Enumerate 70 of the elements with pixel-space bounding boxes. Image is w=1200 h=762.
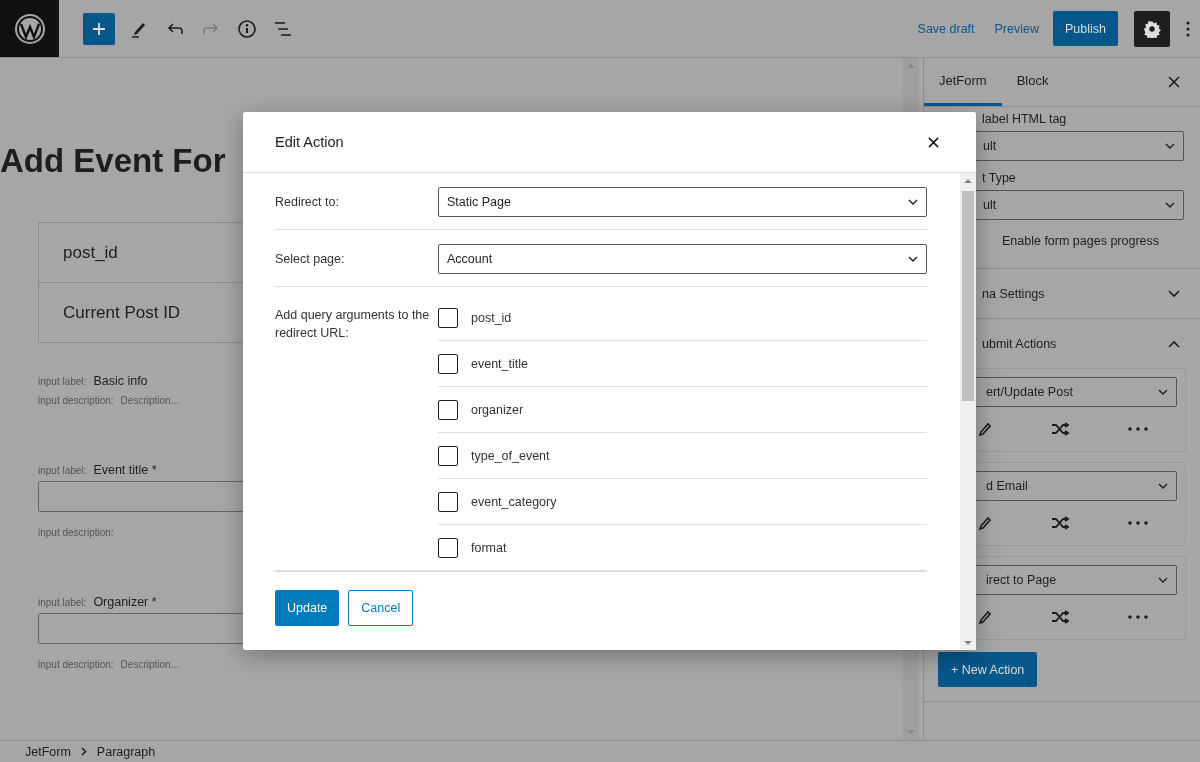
pencil-icon[interactable] — [978, 515, 993, 531]
field-label: Add query arguments to the redirect URL: — [275, 307, 431, 342]
shuffle-icon[interactable] — [1051, 610, 1069, 624]
checkbox[interactable] — [438, 307, 458, 328]
field-label: Basic info — [93, 374, 148, 388]
label-prefix: input label: — [38, 376, 87, 387]
field-label: Redirect to: — [275, 194, 340, 209]
field-label: Event title * — [93, 463, 157, 477]
chevron-right-icon — [80, 747, 87, 756]
chevron-down-icon — [1165, 143, 1175, 149]
field-label: Organizer * — [93, 595, 157, 609]
settings-button[interactable] — [1134, 10, 1170, 47]
checkbox[interactable] — [438, 353, 458, 374]
new-action-button[interactable]: + New Action — [938, 652, 1038, 687]
description-prefix: input description: — [38, 395, 114, 406]
chevron-down-icon — [1158, 389, 1168, 395]
form-title: Add Event For — [0, 142, 227, 180]
field-description: Description... — [120, 659, 179, 670]
close-icon[interactable] — [1168, 76, 1180, 88]
description-prefix: input description: — [38, 527, 114, 538]
section-header[interactable]: ubmit Actions — [924, 319, 1200, 368]
chevron-down-icon — [908, 198, 918, 205]
shuffle-icon[interactable] — [1051, 516, 1069, 530]
more-icon[interactable] — [1127, 427, 1148, 431]
section-header[interactable]: na Settings — [924, 269, 1200, 318]
label-prefix: input label: — [38, 597, 87, 608]
field-name: post_id — [62, 241, 119, 264]
checkbox[interactable] — [438, 537, 458, 558]
checkbox[interactable] — [438, 445, 458, 466]
sidebar-tab[interactable]: JetForm — [924, 58, 1002, 106]
field-label: Select page: — [275, 251, 346, 266]
checkbox-label: type_of_event — [471, 448, 550, 463]
more-icon[interactable] — [1127, 521, 1148, 525]
breadcrumb-link[interactable]: JetForm — [25, 744, 71, 759]
chevron-down-icon — [1158, 577, 1168, 583]
gear-icon — [1143, 19, 1161, 38]
checkbox-label: event_title — [471, 356, 528, 371]
select-field[interactable]: Account — [438, 243, 927, 274]
checkbox-label: post_id — [471, 310, 512, 325]
pencil-icon[interactable] — [978, 609, 993, 625]
setting-label: label HTML tag — [981, 112, 1068, 126]
close-icon[interactable] — [928, 136, 939, 148]
logo-button[interactable] — [0, 0, 59, 57]
shuffle-icon[interactable] — [1051, 422, 1069, 436]
more-icon[interactable] — [1186, 20, 1190, 37]
checkbox[interactable] — [438, 491, 458, 512]
update-button[interactable]: Update — [275, 590, 340, 626]
chevron-down-icon — [908, 255, 918, 262]
setting-label: t Type — [981, 171, 1017, 185]
checkbox[interactable] — [438, 399, 458, 420]
publish-button[interactable]: Publish — [1053, 11, 1118, 46]
checkbox-label: event_category — [471, 494, 557, 509]
select-field[interactable]: Static Page — [438, 186, 927, 217]
cancel-button[interactable]: Cancel — [348, 590, 414, 626]
breadcrumb-link[interactable]: Paragraph — [96, 744, 156, 759]
checkbox-label: organizer — [471, 402, 524, 417]
dialog-title: Edit Action — [275, 134, 344, 150]
add-block-button[interactable] — [83, 12, 115, 45]
chevron-down-icon — [1165, 202, 1175, 208]
pencil-icon[interactable] — [978, 421, 993, 437]
logo-icon — [13, 12, 46, 45]
checkbox-label: format — [471, 540, 507, 555]
sidebar-tab[interactable]: Block — [1001, 58, 1064, 106]
scrollbar[interactable] — [960, 173, 976, 650]
more-icon[interactable] — [1127, 615, 1148, 619]
label-prefix: input label: — [38, 465, 87, 476]
plus-icon — [91, 20, 107, 37]
field-description: Description... — [120, 395, 179, 406]
chevron-down-icon — [1158, 483, 1168, 489]
description-prefix: input description: — [38, 659, 114, 670]
